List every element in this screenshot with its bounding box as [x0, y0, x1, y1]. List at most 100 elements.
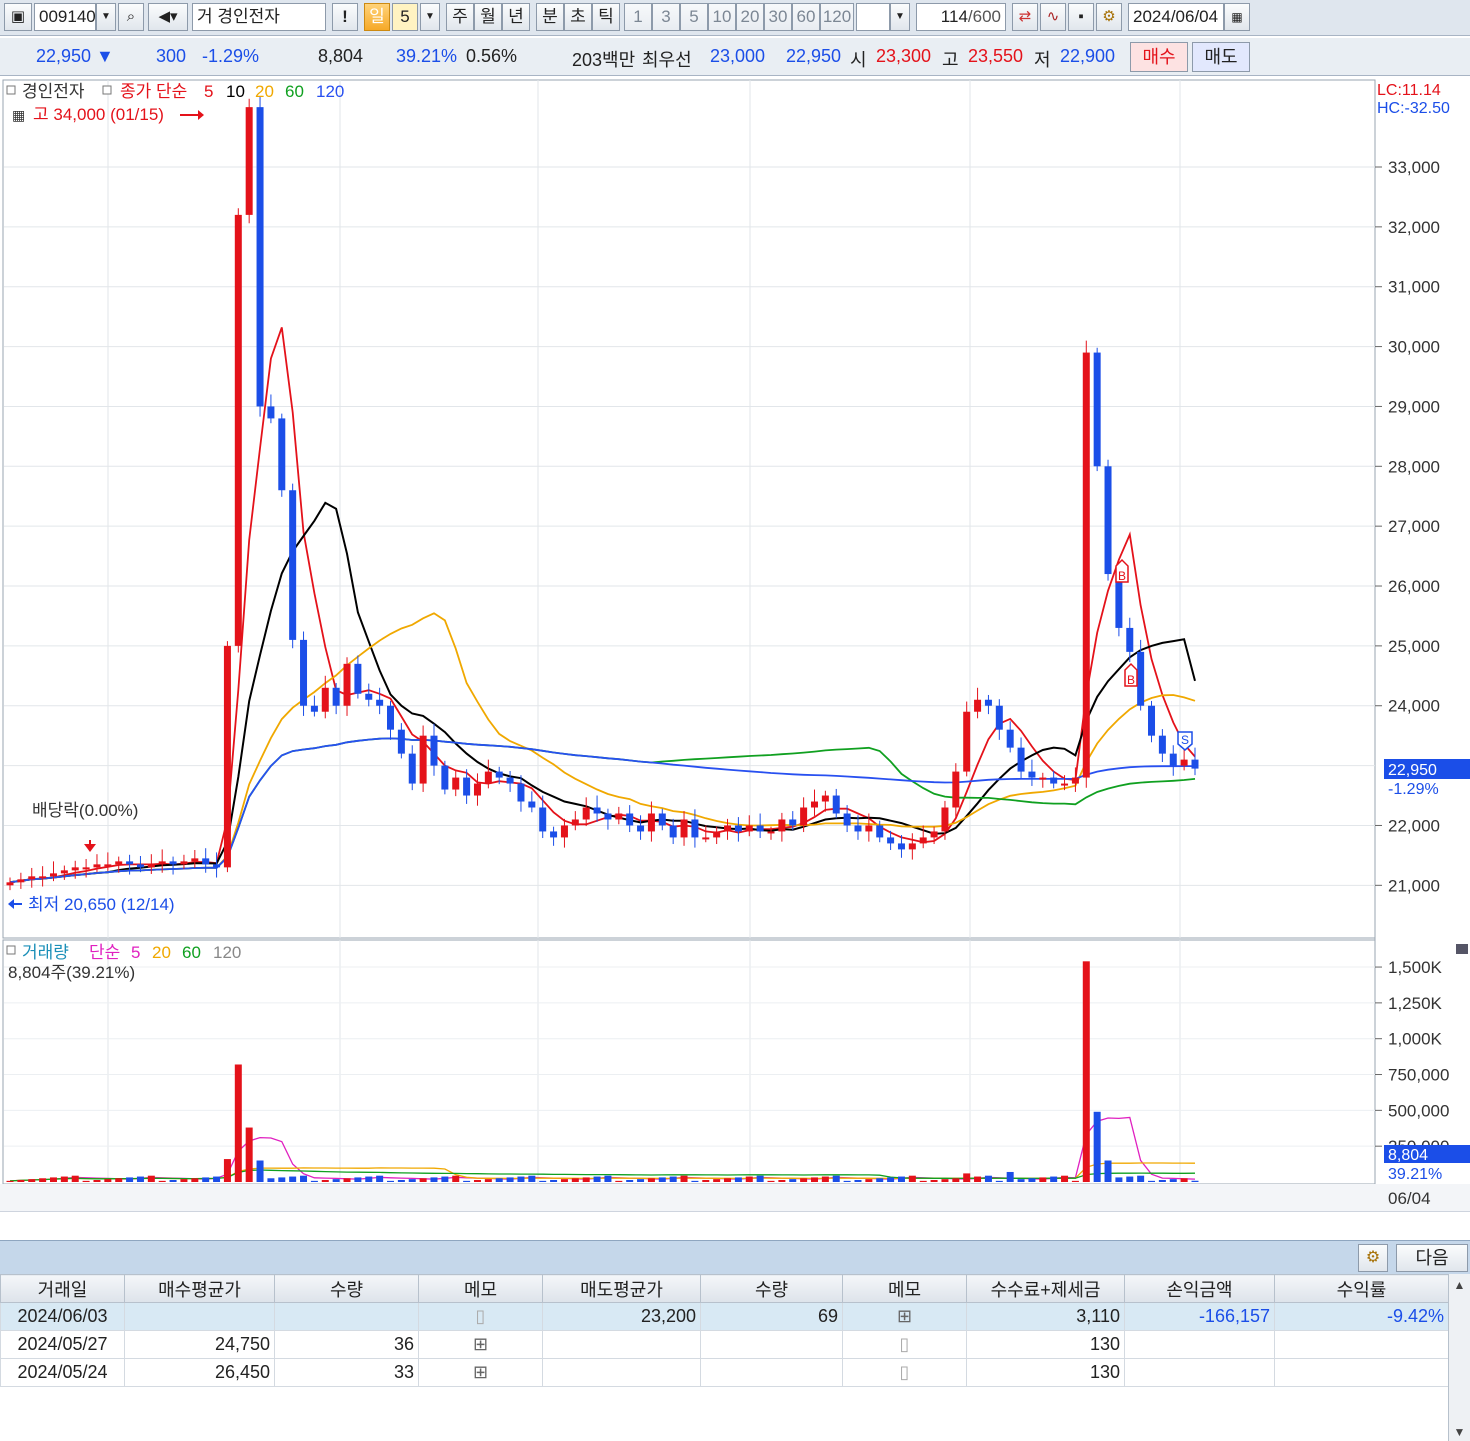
- calendar-small-icon[interactable]: ▦: [12, 107, 25, 123]
- volume-bar: [669, 1176, 677, 1182]
- chart-compare-icon[interactable]: ∿: [1040, 3, 1066, 31]
- memo-empty-icon[interactable]: ▯: [476, 1306, 486, 1326]
- stock-name-prefix: 거: [197, 7, 213, 26]
- volume-bar: [408, 1179, 416, 1182]
- minute-120-button[interactable]: 120: [820, 3, 854, 31]
- volume-legend-ma-label: 단순: [89, 943, 120, 962]
- period-number-field[interactable]: 5: [392, 3, 418, 31]
- candle-body: [930, 831, 938, 838]
- tab-minute[interactable]: 분: [536, 3, 564, 31]
- low-note: 최저 20,650 (12/14): [28, 895, 175, 914]
- tab-tick[interactable]: 틱: [592, 3, 620, 31]
- candle-body: [778, 819, 786, 832]
- col-trade-date[interactable]: 거래일: [0, 1274, 125, 1303]
- search-icon[interactable]: ⌕: [118, 3, 144, 31]
- sell-button[interactable]: 매도: [1192, 42, 1250, 72]
- minute-20-button[interactable]: 20: [736, 3, 764, 31]
- date-field[interactable]: 2024/06/04: [1128, 3, 1224, 31]
- cell-sell-memo[interactable]: ▯: [842, 1358, 967, 1387]
- code-dropdown-icon[interactable]: ▼: [96, 3, 116, 31]
- col-sell-qty[interactable]: 수량: [700, 1274, 843, 1303]
- cell-buy-memo[interactable]: ⊞: [418, 1330, 543, 1359]
- volume-bar: [637, 1179, 645, 1182]
- col-profit-rate[interactable]: 수익률: [1274, 1274, 1449, 1303]
- cell-sell-memo[interactable]: ⊞: [842, 1302, 967, 1331]
- col-sell-memo[interactable]: 메모: [842, 1274, 967, 1303]
- cell-buy-avg-price: [124, 1302, 275, 1331]
- high-price: 23,550: [968, 46, 1024, 66]
- volume-pane-close-icon[interactable]: [1456, 944, 1468, 954]
- table-row[interactable]: 2024/05/24 26,450 33 ⊞ ▯ 130: [0, 1358, 1449, 1387]
- col-sell-avg-price[interactable]: 매도평균가: [542, 1274, 701, 1303]
- cell-sell-memo[interactable]: ▯: [842, 1330, 967, 1359]
- memo-add-icon[interactable]: ⊞: [897, 1306, 912, 1326]
- grid-settings-gear-icon[interactable]: ⚙: [1358, 1244, 1388, 1272]
- save-icon[interactable]: ▪: [1068, 3, 1094, 31]
- volume-bar: [1126, 1176, 1134, 1182]
- code-lookup-icon[interactable]: ▣: [4, 3, 32, 31]
- volume-bar: [941, 1179, 949, 1182]
- candle-body: [615, 813, 623, 820]
- best-bid: 22,950: [786, 46, 842, 66]
- candle-body: [452, 777, 460, 790]
- volume-bar: [463, 1180, 471, 1182]
- tab-second[interactable]: 초: [564, 3, 592, 31]
- volume-bar: [1050, 1176, 1058, 1182]
- table-row[interactable]: 2024/05/27 24,750 36 ⊞ ▯ 130: [0, 1330, 1449, 1359]
- candle-body: [463, 777, 471, 796]
- buy-signal-marker[interactable]: B: [1115, 558, 1129, 583]
- tab-monthly[interactable]: 월: [474, 3, 502, 31]
- next-button[interactable]: 다음: [1396, 1244, 1468, 1272]
- memo-empty-icon[interactable]: ▯: [900, 1362, 910, 1382]
- last-price-pct: -1.29%: [1388, 781, 1439, 798]
- stock-code-input[interactable]: 009140: [34, 3, 96, 31]
- volume-tick-label: 1,000K: [1388, 1030, 1443, 1049]
- volume-legend-toggle-icon[interactable]: [6, 945, 16, 955]
- minute-10-button[interactable]: 10: [708, 3, 736, 31]
- minute-3-button[interactable]: 3: [652, 3, 680, 31]
- minute-60-button[interactable]: 60: [792, 3, 820, 31]
- volume-bar: [343, 1178, 351, 1182]
- memo-add-icon[interactable]: ⊞: [473, 1362, 488, 1382]
- col-buy-avg-price[interactable]: 매수평균가: [124, 1274, 275, 1303]
- candle-body: [158, 861, 166, 865]
- tab-weekly[interactable]: 주: [446, 3, 474, 31]
- col-profit-amount[interactable]: 손익금액: [1124, 1274, 1275, 1303]
- scroll-up-icon[interactable]: ▲: [1449, 1278, 1470, 1292]
- minute-5-button[interactable]: 5: [680, 3, 708, 31]
- candle-body: [1169, 753, 1177, 766]
- col-fee-tax[interactable]: 수수료+제세금: [966, 1274, 1125, 1303]
- tab-yearly[interactable]: 년: [502, 3, 530, 31]
- table-vertical-scrollbar[interactable]: ▲ ▼: [1448, 1274, 1470, 1441]
- memo-empty-icon[interactable]: ▯: [900, 1334, 910, 1354]
- legend-toggle-icon[interactable]: [6, 85, 16, 95]
- legend-ma-toggle-icon[interactable]: [102, 85, 112, 95]
- buy-signal-label: B: [1118, 569, 1126, 583]
- memo-add-icon[interactable]: ⊞: [473, 1334, 488, 1354]
- candle-body: [387, 705, 395, 730]
- table-row[interactable]: 2024/06/03 ▯ 23,200 69 ⊞ 3,110 -166,157 …: [0, 1302, 1449, 1331]
- sound-icon[interactable]: ◀▾: [148, 3, 188, 31]
- price-tick-label: 31,000: [1388, 278, 1440, 297]
- period-daily-tab[interactable]: 일: [364, 3, 390, 31]
- custom-period-input[interactable]: [856, 3, 890, 31]
- buy-button[interactable]: 매수: [1130, 42, 1188, 72]
- alert-button[interactable]: !: [332, 3, 358, 31]
- buy-signal-marker[interactable]: B: [1124, 662, 1138, 687]
- custom-period-dropdown-icon[interactable]: ▼: [890, 3, 910, 31]
- cell-buy-memo[interactable]: ▯: [418, 1302, 543, 1331]
- minute-30-button[interactable]: 30: [764, 3, 792, 31]
- swap-arrows-icon[interactable]: ⇄: [1012, 3, 1038, 31]
- volume-legend-name: 거래량: [22, 943, 69, 962]
- data-count-field[interactable]: 114/600: [916, 3, 1006, 31]
- minute-1-button[interactable]: 1: [624, 3, 652, 31]
- volume-bar: [387, 1180, 395, 1182]
- settings-gear-icon[interactable]: ⚙: [1096, 3, 1122, 31]
- scroll-down-icon[interactable]: ▼: [1449, 1425, 1470, 1439]
- stock-name-field[interactable]: 거 경인전자: [192, 3, 326, 31]
- col-buy-memo[interactable]: 메모: [418, 1274, 543, 1303]
- period-dropdown-icon[interactable]: ▼: [420, 3, 440, 31]
- col-buy-qty[interactable]: 수량: [274, 1274, 419, 1303]
- cell-buy-memo[interactable]: ⊞: [418, 1358, 543, 1387]
- calendar-icon[interactable]: ▦: [1224, 3, 1250, 31]
